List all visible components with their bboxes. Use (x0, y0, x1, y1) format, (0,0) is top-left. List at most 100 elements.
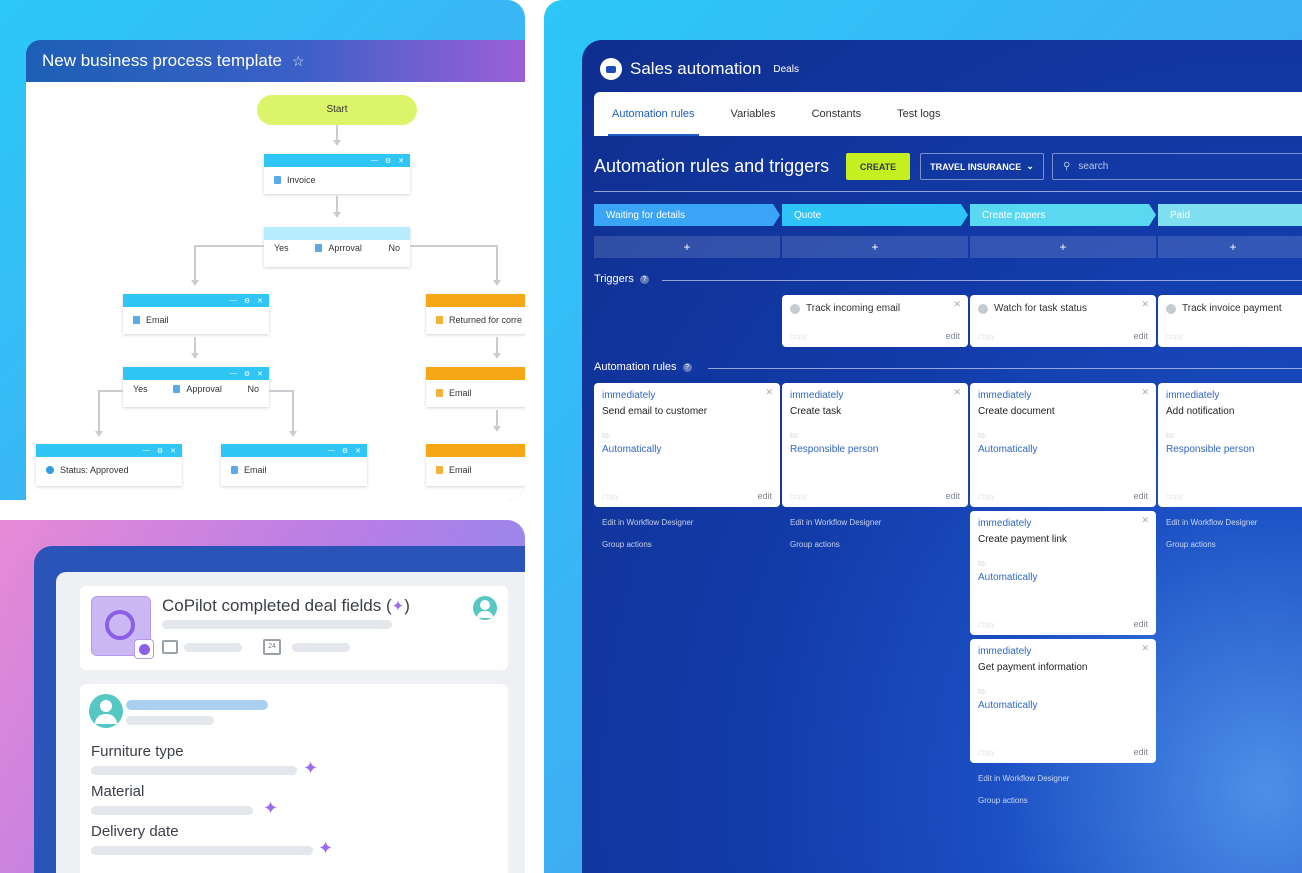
copy-link[interactable]: copy (1166, 492, 1183, 501)
edit-link[interactable]: edit (1133, 619, 1148, 629)
copy-link[interactable]: copy (602, 492, 619, 501)
rule-timing[interactable]: immediately (978, 646, 1031, 657)
approval-condition-block[interactable]: — ⚙ ✕ Yes Approval No (123, 367, 269, 407)
minimize-icon[interactable]: — (328, 447, 335, 454)
rule-responsible[interactable]: Automatically (978, 700, 1037, 711)
rule-card[interactable]: immediately Create document to: Automati… (970, 383, 1156, 507)
close-icon[interactable]: ✕ (1141, 643, 1149, 654)
search-input[interactable]: ⚲ search (1052, 153, 1302, 180)
copy-link[interactable]: copy (1166, 332, 1183, 341)
avatar[interactable] (473, 596, 497, 620)
group-actions-link[interactable]: Group actions (602, 540, 652, 549)
stage-quote[interactable]: Quote (782, 204, 968, 226)
help-icon[interactable]: ? (682, 362, 692, 372)
rule-card[interactable]: immediately Send email to customer to: A… (594, 383, 780, 507)
close-icon[interactable]: ✕ (1141, 515, 1149, 526)
edit-link[interactable]: edit (945, 491, 960, 501)
add-rule-button[interactable]: + (782, 236, 968, 258)
minimize-icon[interactable]: — (230, 297, 237, 304)
trigger-card[interactable]: Track invoice payment copy (1158, 295, 1302, 347)
add-rule-button[interactable]: + (594, 236, 780, 258)
star-icon[interactable]: ☆ (292, 53, 305, 70)
edit-in-workflow-designer-link[interactable]: Edit in Workflow Designer (790, 518, 881, 527)
copy-link[interactable]: copy (978, 332, 995, 341)
avatar[interactable] (89, 694, 123, 728)
close-icon[interactable]: ✕ (1141, 299, 1149, 310)
field-input[interactable] (91, 846, 313, 855)
edit-link[interactable]: edit (1133, 331, 1148, 341)
stage-paid[interactable]: Paid (1158, 204, 1302, 226)
close-icon[interactable]: ✕ (170, 447, 176, 455)
stage-create-papers[interactable]: Create papers (970, 204, 1156, 226)
group-actions-link[interactable]: Group actions (1166, 540, 1216, 549)
group-actions-link[interactable]: Group actions (790, 540, 840, 549)
close-icon[interactable]: ✕ (1141, 387, 1149, 398)
tab-test-logs[interactable]: Test logs (897, 108, 940, 120)
trigger-card[interactable]: Track incoming email ✕ copy edit (782, 295, 968, 347)
copy-link[interactable]: copy (978, 492, 995, 501)
email-block[interactable]: — ⚙ ✕ Email (221, 444, 367, 486)
edit-in-workflow-designer-link[interactable]: Edit in Workflow Designer (602, 518, 693, 527)
status-block[interactable]: — ⚙ ✕ Status: Approved (36, 444, 182, 486)
edit-link[interactable]: edit (1133, 747, 1148, 757)
gear-icon[interactable]: ⚙ (342, 447, 348, 455)
rule-timing[interactable]: immediately (790, 390, 843, 401)
returned-block[interactable]: Returned for corre (426, 294, 525, 334)
email-block[interactable]: Email (426, 444, 525, 486)
rule-card[interactable]: immediately Add notification to: Respons… (1158, 383, 1302, 507)
edit-link[interactable]: edit (945, 331, 960, 341)
trigger-card[interactable]: Watch for task status ✕ copy edit (970, 295, 1156, 347)
approval-condition-block[interactable]: Yes Aprroval No (264, 227, 410, 267)
copy-link[interactable]: copy (978, 620, 995, 629)
start-node[interactable]: Start (257, 95, 417, 125)
rule-timing[interactable]: immediately (1166, 390, 1219, 401)
copy-link[interactable]: copy (790, 492, 807, 501)
gear-icon[interactable]: ⚙ (244, 370, 250, 378)
close-icon[interactable]: ✕ (355, 447, 361, 455)
field-input[interactable] (91, 766, 297, 775)
close-icon[interactable]: ✕ (765, 387, 773, 398)
tab-automation-rules[interactable]: Automation rules (608, 108, 699, 136)
rule-responsible[interactable]: Automatically (978, 444, 1037, 455)
tab-variables[interactable]: Variables (731, 108, 776, 120)
field-input[interactable] (91, 806, 253, 815)
rule-card[interactable]: immediately Get payment information to: … (970, 639, 1156, 763)
copy-link[interactable]: copy (978, 748, 995, 757)
edit-link[interactable]: edit (1133, 491, 1148, 501)
rule-card[interactable]: immediately Create task to: Responsible … (782, 383, 968, 507)
gear-icon[interactable]: ⚙ (244, 297, 250, 305)
copy-link[interactable]: copy (790, 332, 807, 341)
email-block[interactable]: Email (426, 367, 525, 407)
gear-icon[interactable]: ⚙ (157, 447, 163, 455)
rule-timing[interactable]: immediately (602, 390, 655, 401)
rule-responsible[interactable]: Automatically (978, 572, 1037, 583)
close-icon[interactable]: ✕ (953, 299, 961, 310)
tab-constants[interactable]: Constants (812, 108, 862, 120)
minimize-icon[interactable]: — (230, 370, 237, 377)
minimize-icon[interactable]: — (371, 157, 378, 164)
edit-in-workflow-designer-link[interactable]: Edit in Workflow Designer (1166, 518, 1257, 527)
pipeline-dropdown[interactable]: TRAVEL INSURANCE ⌄ (920, 153, 1044, 180)
stage-waiting-for-details[interactable]: Waiting for details (594, 204, 780, 226)
add-rule-button[interactable]: + (970, 236, 1156, 258)
group-actions-link[interactable]: Group actions (978, 796, 1028, 805)
rule-timing[interactable]: immediately (978, 390, 1031, 401)
edit-in-workflow-designer-link[interactable]: Edit in Workflow Designer (978, 774, 1069, 783)
rule-responsible[interactable]: Responsible person (790, 444, 878, 455)
invoice-block[interactable]: — ⚙ ✕ Invoice (264, 154, 410, 194)
minimize-icon[interactable]: — (143, 447, 150, 454)
close-icon[interactable]: ✕ (953, 387, 961, 398)
close-icon[interactable]: ✕ (257, 370, 263, 378)
edit-link[interactable]: edit (757, 491, 772, 501)
close-icon[interactable]: ✕ (398, 157, 404, 165)
create-button[interactable]: CREATE (846, 153, 910, 180)
help-icon[interactable]: ? (639, 274, 649, 284)
email-block[interactable]: — ⚙ ✕ Email (123, 294, 269, 334)
rule-timing[interactable]: immediately (978, 518, 1031, 529)
close-icon[interactable]: ✕ (257, 297, 263, 305)
rule-card[interactable]: immediately Create payment link to: Auto… (970, 511, 1156, 635)
rule-responsible[interactable]: Responsible person (1166, 444, 1254, 455)
gear-icon[interactable]: ⚙ (385, 157, 391, 165)
rule-responsible[interactable]: Automatically (602, 444, 661, 455)
add-rule-button[interactable]: + (1158, 236, 1302, 258)
